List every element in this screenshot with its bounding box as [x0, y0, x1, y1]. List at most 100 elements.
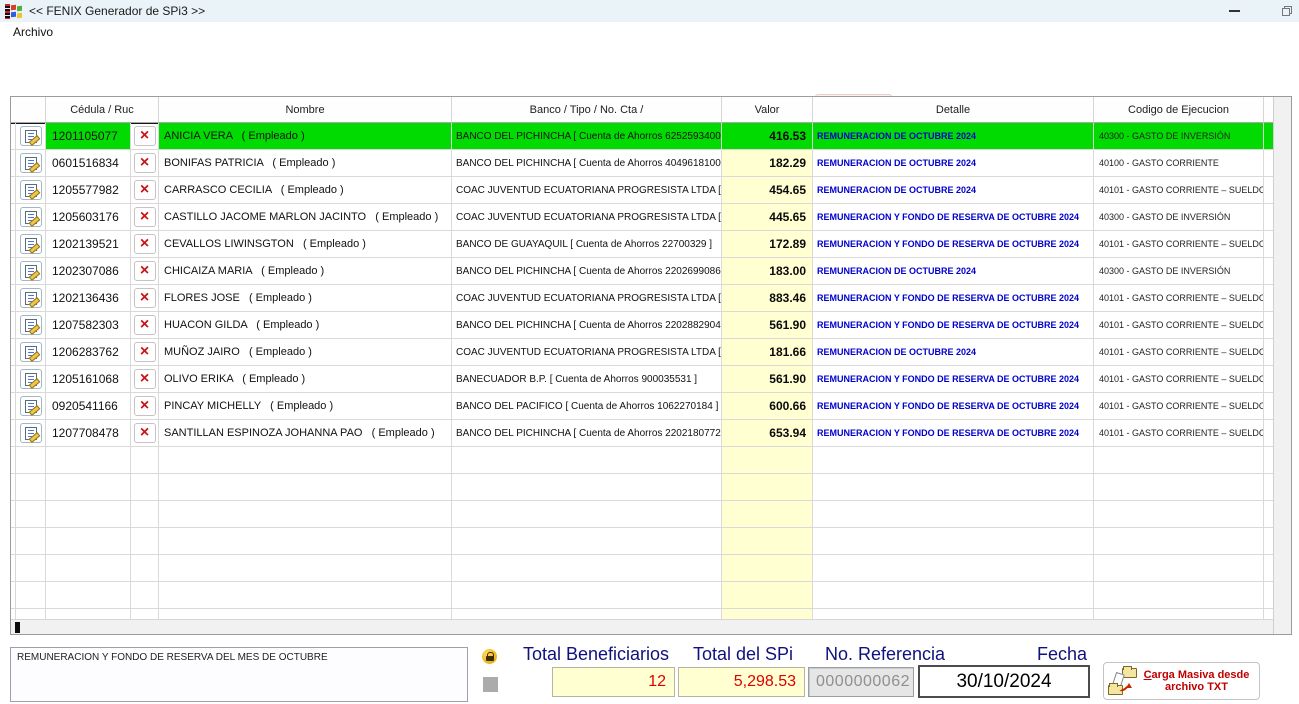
cell-cedula: 1205603176 [46, 204, 131, 231]
edit-record-icon [25, 265, 37, 278]
delete-record-button[interactable]: × [134, 423, 156, 443]
table-row[interactable]: 0601516834 × BONIFAS PATRICIA ( Empleado… [11, 150, 1273, 177]
edit-record-button[interactable] [20, 153, 42, 173]
cell-detalle [813, 501, 1094, 528]
cell-codigo [1094, 609, 1264, 619]
edit-record-button[interactable] [20, 234, 42, 254]
delete-record-button[interactable]: × [134, 153, 156, 173]
total-beneficiarios-value: 12 [552, 667, 675, 697]
edit-record-button[interactable] [20, 369, 42, 389]
header-valor[interactable]: Valor [722, 97, 813, 123]
table-row[interactable]: 1201105077 × ANICIA VERA ( Empleado ) BA… [11, 123, 1273, 150]
header-nombre[interactable]: Nombre [159, 97, 452, 123]
edit-record-button[interactable] [20, 207, 42, 227]
vertical-scrollbar[interactable] [1273, 97, 1291, 634]
header-codigo[interactable]: Codigo de Ejecucion [1094, 97, 1264, 123]
table-row[interactable]: 0920541166 × PINCAY MICHELLY ( Empleado … [11, 393, 1273, 420]
cell-valor: 561.90 [722, 312, 813, 339]
row-delete-cell: × [131, 123, 159, 150]
minimize-button[interactable] [1217, 0, 1251, 22]
table-row[interactable]: 1202307086 × CHICAIZA MARIA ( Empleado )… [11, 258, 1273, 285]
table-row[interactable] [11, 555, 1273, 582]
cell-cedula [46, 582, 131, 609]
delete-x-icon: × [140, 263, 149, 279]
restore-button[interactable] [1270, 0, 1299, 22]
comment-field[interactable]: REMUNERACION Y FONDO DE RESERVA DEL MES … [10, 647, 468, 702]
delete-record-button[interactable]: × [134, 126, 156, 146]
cell-valor: 600.66 [722, 393, 813, 420]
fecha-input[interactable]: 30/10/2024 [918, 665, 1090, 698]
row-edit-cell [16, 582, 46, 609]
cell-cedula: 1206283762 [46, 339, 131, 366]
row-delete-cell [131, 609, 159, 619]
edit-record-icon [25, 184, 37, 197]
edit-record-button[interactable] [20, 396, 42, 416]
table-row[interactable] [11, 447, 1273, 474]
table-row[interactable]: 1202136436 × FLORES JOSE ( Empleado ) CO… [11, 285, 1273, 312]
cell-banco [452, 501, 722, 528]
row-edit-cell [16, 123, 46, 150]
cell-codigo: 40300 - GASTO DE INVERSIÓN [1094, 258, 1264, 285]
table-row[interactable]: 1205577982 × CARRASCO CECILIA ( Empleado… [11, 177, 1273, 204]
cell-spacer [1264, 285, 1273, 312]
header-banco[interactable]: Banco / Tipo / No. Cta / [452, 97, 722, 123]
delete-record-button[interactable]: × [134, 261, 156, 281]
table-row[interactable] [11, 528, 1273, 555]
edit-record-button[interactable] [20, 315, 42, 335]
cell-nombre: CEVALLOS LIWINSGTON ( Empleado ) [159, 231, 452, 258]
delete-record-button[interactable]: × [134, 342, 156, 362]
edit-record-button[interactable] [20, 423, 42, 443]
cell-banco [452, 447, 722, 474]
table-row[interactable] [11, 474, 1273, 501]
cell-detalle: REMUNERACION DE OCTUBRE 2024 [813, 177, 1094, 204]
cell-banco: BANCO DE GUAYAQUIL [ Cuenta de Ahorros 2… [452, 231, 722, 258]
edit-record-button[interactable] [20, 261, 42, 281]
cell-detalle: REMUNERACION Y FONDO DE RESERVA DE OCTUB… [813, 312, 1094, 339]
delete-record-button[interactable]: × [134, 207, 156, 227]
delete-record-button[interactable]: × [134, 315, 156, 335]
edit-record-button[interactable] [20, 342, 42, 362]
row-edit-cell [16, 609, 46, 619]
row-edit-cell [16, 339, 46, 366]
header-detalle[interactable]: Detalle [813, 97, 1094, 123]
row-delete-cell: × [131, 312, 159, 339]
cell-codigo: 40101 - GASTO CORRIENTE – SUELDOS [1094, 366, 1264, 393]
table-row[interactable] [11, 582, 1273, 609]
cell-nombre: PINCAY MICHELLY ( Empleado ) [159, 393, 452, 420]
menu-archivo[interactable]: Archivo [9, 24, 57, 40]
delete-record-button[interactable]: × [134, 234, 156, 254]
carga-masiva-button[interactable]: Carga Masiva desde archivo TXT [1103, 662, 1260, 700]
edit-record-button[interactable] [20, 180, 42, 200]
table-row[interactable]: 1205603176 × CASTILLO JACOME MARLON JACI… [11, 204, 1273, 231]
row-edit-cell [16, 312, 46, 339]
table-row[interactable]: 1207582303 × HUACON GILDA ( Empleado ) B… [11, 312, 1273, 339]
table-row[interactable]: 1207708478 × SANTILLAN ESPINOZA JOHANNA … [11, 420, 1273, 447]
edit-record-button[interactable] [20, 126, 42, 146]
edit-record-icon [25, 346, 37, 359]
table-row[interactable]: 1206283762 × MUÑOZ JAIRO ( Empleado ) CO… [11, 339, 1273, 366]
row-edit-cell [16, 366, 46, 393]
table-row[interactable] [11, 609, 1273, 619]
delete-record-button[interactable]: × [134, 288, 156, 308]
table-header: Cédula / Ruc Nombre Banco / Tipo / No. C… [11, 97, 1273, 123]
edit-record-button[interactable] [20, 288, 42, 308]
table-row[interactable]: 1205161068 × OLIVO ERIKA ( Empleado ) BA… [11, 366, 1273, 393]
horizontal-scrollbar[interactable] [11, 619, 1273, 634]
delete-x-icon: × [140, 425, 149, 441]
row-edit-cell [16, 447, 46, 474]
delete-x-icon: × [140, 290, 149, 306]
delete-record-button[interactable]: × [134, 180, 156, 200]
header-cedula[interactable]: Cédula / Ruc [46, 97, 159, 123]
delete-record-button[interactable]: × [134, 396, 156, 416]
cell-cedula [46, 609, 131, 619]
row-edit-cell [16, 285, 46, 312]
referencia-value: 0000000062 [808, 667, 914, 697]
table-body: 1201105077 × ANICIA VERA ( Empleado ) BA… [11, 123, 1273, 619]
horizontal-scrollbar-thumb[interactable] [15, 622, 20, 633]
padlock-icon [482, 649, 497, 664]
delete-record-button[interactable]: × [134, 369, 156, 389]
cell-banco [452, 555, 722, 582]
table-row[interactable] [11, 501, 1273, 528]
table-row[interactable]: 1202139521 × CEVALLOS LIWINSGTON ( Emple… [11, 231, 1273, 258]
row-delete-cell [131, 582, 159, 609]
